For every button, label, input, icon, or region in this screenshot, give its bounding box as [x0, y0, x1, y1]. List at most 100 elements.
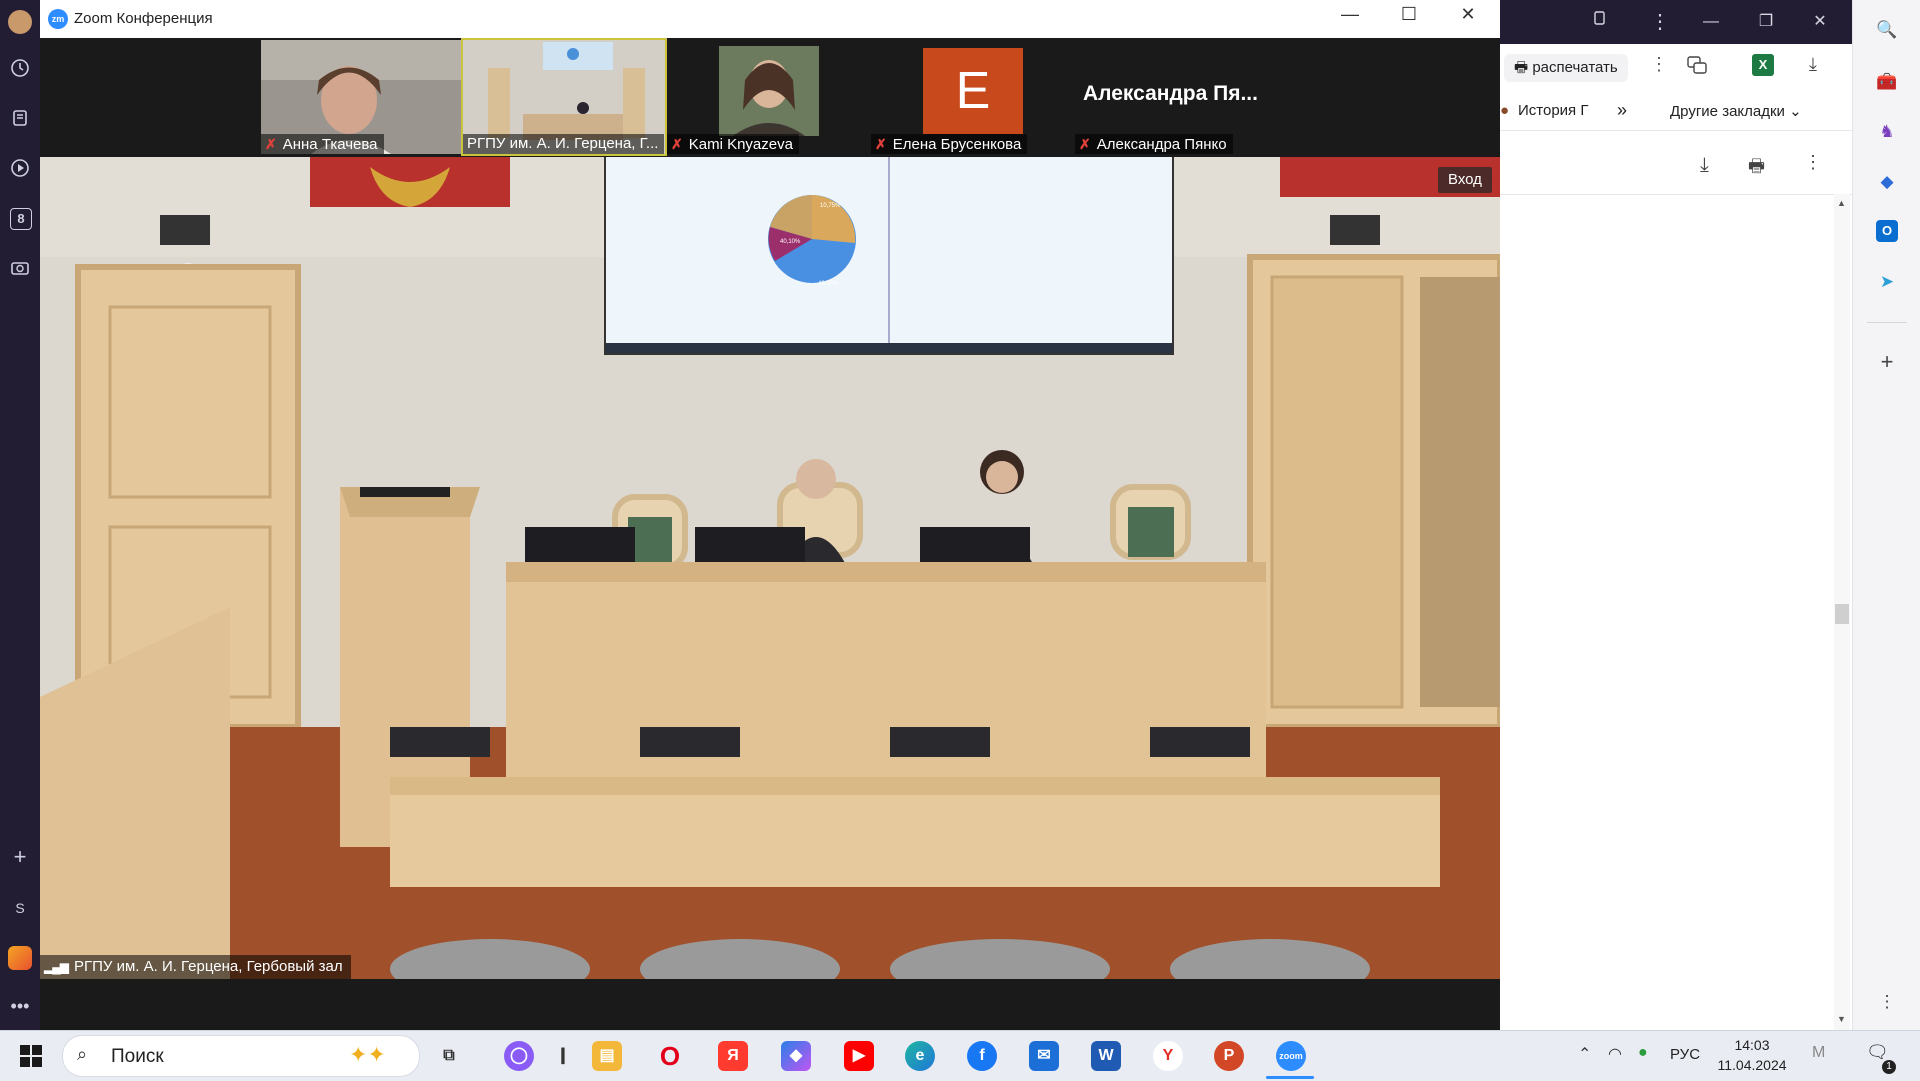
facebook-icon[interactable]: f — [967, 1041, 997, 1071]
excel-extension-icon[interactable]: X — [1752, 54, 1774, 76]
zoom-titlebar: zm Zoom Конференция — ☐ ✕ — [40, 0, 1500, 39]
more-dots-icon[interactable]: ••• — [8, 994, 32, 1018]
conference-hall-video: 49,15% 40,10% 10,75% — [40, 157, 1500, 979]
zoom-minimize-icon[interactable]: — — [1330, 4, 1370, 25]
bookmarks-bar: ● История Г » Другие закладки ⌄ — [1500, 94, 1852, 131]
history-bookmark-icon: ● — [1500, 102, 1510, 119]
translate-icon[interactable] — [1686, 54, 1712, 80]
copilot-app-icon[interactable]: ◆ — [781, 1041, 811, 1071]
clock[interactable]: 14:03 11.04.2024 — [1712, 1035, 1792, 1075]
zoom-maximize-icon[interactable]: ☐ — [1389, 4, 1429, 25]
scrollbar-thumb[interactable] — [1835, 604, 1849, 624]
word-icon[interactable]: W — [1091, 1041, 1121, 1071]
toolbar-more-icon[interactable]: ⋮ — [1650, 54, 1668, 75]
participant-name-text: Kami Knyazeva — [688, 136, 793, 153]
powerpoint-icon[interactable]: P — [1214, 1041, 1244, 1071]
start-button-icon[interactable] — [18, 1043, 44, 1069]
printer-icon: 🖶 — [1514, 59, 1529, 76]
sidebar-letter[interactable]: S — [8, 896, 32, 920]
sidebar-badge[interactable]: 8 — [10, 208, 32, 230]
zoom-bottom-bar — [40, 979, 1500, 1030]
camera-icon[interactable] — [8, 258, 32, 282]
search-glass-icon: ⌕ — [77, 1044, 88, 1064]
youtube-icon[interactable]: ▶ — [844, 1041, 874, 1071]
main-video[interactable]: 49,15% 40,10% 10,75% Вход ▂▄▆ РГПУ им. А… — [40, 157, 1500, 979]
games-icon[interactable]: ♞ — [1875, 120, 1899, 144]
language-indicator[interactable]: РУС — [1670, 1046, 1700, 1063]
browser-minimize-icon[interactable]: — — [1691, 8, 1731, 36]
participant-name: РГПУ им. А. И. Герцена, Г... — [463, 134, 665, 154]
zoom-close-icon[interactable]: ✕ — [1448, 4, 1488, 25]
pdf-print-icon[interactable]: 🖶 — [1748, 154, 1765, 184]
zoom-taskbar-icon[interactable]: zoom — [1276, 1041, 1306, 1071]
participant-name-text: Елена Брусенкова — [892, 136, 1022, 153]
participant-tile-active[interactable]: РГПУ им. А. И. Герцена, Г... — [461, 38, 667, 156]
copilot-sparkle-icon: ✦✦ — [349, 1042, 386, 1067]
slide-pie-label: 10,75% — [820, 203, 841, 209]
participant-tile[interactable]: E ✗ Елена Брусенкова — [871, 40, 1071, 154]
browser-right-panel: 🔍 🧰 ♞ ◆ O ➤ + ⋮ — [1852, 0, 1920, 1030]
slide-pie-label: 49,15% — [818, 281, 839, 287]
pdf-more-icon[interactable]: ⋮ — [1804, 152, 1822, 173]
bookmark-history[interactable]: История Г — [1518, 102, 1588, 119]
add-panel-icon[interactable]: + — [1875, 350, 1899, 374]
tray-app-icon[interactable]: ● — [1638, 1044, 1648, 1062]
scroll-up-icon[interactable]: ▲ — [1837, 198, 1846, 208]
panel-settings-icon[interactable]: ⋮ — [1875, 990, 1899, 1014]
participant-display-name: Александра Пя... — [1083, 82, 1258, 105]
print-button[interactable]: 🖶 распечатать — [1504, 54, 1628, 82]
outlook-icon[interactable]: O — [1876, 220, 1898, 242]
alice-icon[interactable]: ◯ — [504, 1041, 534, 1071]
mic-muted-icon: ✗ — [671, 136, 683, 152]
pdf-download-icon[interactable]: ⤓ — [1700, 154, 1709, 177]
copilot-icon[interactable]: ◆ — [1875, 170, 1899, 194]
file-explorer-icon[interactable]: ▤ — [592, 1041, 622, 1071]
yandex-icon[interactable]: Я — [718, 1041, 748, 1071]
search-icon[interactable]: 🔍 — [1875, 18, 1899, 42]
download-icon[interactable]: ⤓ — [1809, 54, 1817, 75]
login-button[interactable]: Вход — [1438, 167, 1492, 193]
participant-tile[interactable]: ✗ Kami Knyazeva — [667, 40, 867, 154]
browser-menu-icon[interactable]: ⋮ — [1640, 8, 1680, 36]
mic-muted-icon: ✗ — [265, 136, 277, 152]
active-app-indicator — [1266, 1076, 1314, 1079]
divider-app-icon[interactable]: ❙ — [548, 1041, 578, 1071]
mail-icon[interactable]: ✉ — [1029, 1041, 1059, 1071]
tab-actions-icon[interactable] — [1580, 8, 1620, 36]
print-label: распечатать — [1532, 59, 1618, 76]
app-shortcut-icon[interactable] — [8, 946, 32, 970]
mic-muted-icon: ✗ — [875, 136, 887, 152]
tray-overflow-icon[interactable]: ⌃ — [1578, 1044, 1591, 1064]
participant-name-text: РГПУ им. А. И. Герцена, Г... — [467, 135, 659, 152]
tray-logo-icon[interactable]: M — [1812, 1044, 1825, 1062]
other-bookmarks[interactable]: Другие закладки ⌄ — [1670, 102, 1802, 120]
notification-count-badge: 1 — [1882, 1060, 1896, 1074]
history-icon[interactable] — [8, 58, 32, 82]
collections-icon[interactable] — [8, 108, 32, 132]
signal-strength-icon: ▂▄▆ — [44, 960, 69, 974]
browser-restore-icon[interactable]: ❐ — [1746, 8, 1786, 36]
browser-close-icon[interactable]: ✕ — [1800, 8, 1840, 36]
add-icon[interactable]: + — [8, 845, 32, 869]
send-icon[interactable]: ➤ — [1875, 270, 1899, 294]
participant-name: ✗ Елена Брусенкова — [871, 134, 1028, 154]
taskbar-search-box[interactable]: ⌕ Поиск ✦✦ — [62, 1035, 420, 1077]
profile-avatar-icon[interactable] — [8, 10, 32, 34]
tools-icon[interactable]: 🧰 — [1875, 70, 1899, 94]
player-icon[interactable] — [8, 158, 32, 182]
wifi-icon[interactable]: ◠ — [1608, 1044, 1622, 1064]
edge-icon[interactable]: e — [905, 1041, 935, 1071]
bookmarks-more[interactable]: » — [1617, 100, 1627, 121]
scrollbar[interactable]: ▲ ▼ — [1834, 194, 1850, 1030]
participant-tile[interactable]: ✗ Анна Ткачева — [261, 40, 461, 154]
participant-avatar: E — [923, 48, 1023, 134]
opera-icon[interactable]: O — [655, 1041, 685, 1071]
participant-name-text: Александра Пянко — [1096, 136, 1227, 153]
task-view-icon[interactable]: ⧉ — [434, 1041, 464, 1071]
zoom-window-title: Zoom Конференция — [74, 10, 213, 27]
participant-tile[interactable]: Александра Пя... ✗ Александра Пянко — [1075, 40, 1277, 154]
scroll-down-icon[interactable]: ▼ — [1837, 1014, 1846, 1024]
search-placeholder: Поиск — [111, 1046, 164, 1067]
zoom-logo-icon: zm — [48, 9, 68, 29]
yandex-browser-icon[interactable]: Y — [1153, 1041, 1183, 1071]
